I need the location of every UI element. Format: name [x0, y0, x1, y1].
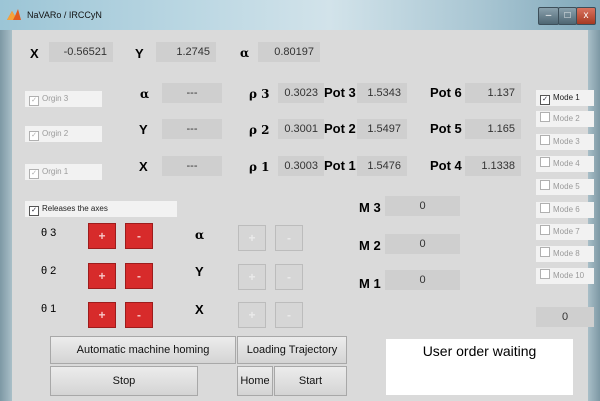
y-minus-button[interactable]: -	[275, 264, 303, 290]
checkbox-icon	[540, 112, 550, 122]
pot-6-label: Pot 6	[430, 85, 462, 100]
y-plus-button[interactable]: +	[238, 264, 266, 290]
target-y-label: Y	[139, 122, 148, 137]
theta-2-plus-button[interactable]: +	[88, 263, 116, 289]
origin-3-checkbox[interactable]: ✓ Orgin 3	[25, 91, 102, 107]
rho-2-value: 0.3001	[278, 119, 324, 139]
pot-2-value: 1.5497	[357, 119, 407, 139]
axis-x-label: X	[195, 302, 204, 317]
motor-1-value: 0	[385, 270, 460, 290]
mode-10-checkbox[interactable]: Mode 10	[536, 268, 594, 284]
target-x-field[interactable]: ---	[162, 156, 222, 176]
close-button[interactable]: x	[576, 7, 596, 25]
pose-y-value: 1.2745	[156, 42, 216, 62]
mode-3-checkbox[interactable]: Mode 3	[536, 134, 594, 150]
mode-value-field: 0	[536, 307, 594, 327]
checkbox-icon	[540, 203, 550, 213]
stop-button[interactable]: Stop	[50, 366, 198, 396]
axis-y-label: Y	[195, 264, 204, 279]
checkbox-checked-icon: ✓	[29, 206, 39, 216]
mode-6-checkbox[interactable]: Mode 6	[536, 202, 594, 218]
loading-trajectory-button[interactable]: Loading Trajectory	[237, 336, 347, 364]
alpha-plus-button[interactable]: +	[238, 225, 266, 251]
theta-3-label: θ 3	[41, 227, 57, 239]
target-x-label: X	[139, 159, 148, 174]
pose-x-label: X	[30, 46, 39, 61]
pot-4-value: 1.1338	[465, 156, 521, 176]
rho-3-value: 0.3023	[278, 83, 324, 103]
target-alpha-field[interactable]: ---	[162, 83, 222, 103]
theta-3-minus-button[interactable]: -	[125, 223, 153, 249]
target-y-field[interactable]: ---	[162, 119, 222, 139]
mode-4-checkbox[interactable]: Mode 4	[536, 156, 594, 172]
pose-alpha-label: α	[240, 46, 250, 60]
window-frame-left	[0, 30, 12, 401]
theta-2-minus-button[interactable]: -	[125, 263, 153, 289]
rho-2-label: ρ 2	[249, 123, 270, 137]
checkbox-icon: ✓	[540, 95, 550, 105]
checkbox-icon	[540, 225, 550, 235]
start-button[interactable]: Start	[274, 366, 347, 396]
origin-1-checkbox[interactable]: ✓ Orgin 1	[25, 164, 102, 180]
rho-3-label: ρ 3	[249, 87, 270, 101]
pose-x-value: -0.56521	[49, 42, 113, 62]
checkbox-icon	[540, 247, 550, 257]
checkbox-icon: ✓	[29, 96, 39, 106]
target-alpha-label: α	[140, 87, 150, 101]
rho-1-value: 0.3003	[278, 156, 324, 176]
control-panel: X -0.56521 Y 1.2745 α 0.80197 ✓ Orgin 3 ✓…	[12, 30, 594, 401]
pot-3-label: Pot 3	[324, 85, 356, 100]
mode-2-checkbox[interactable]: Mode 2	[536, 111, 594, 127]
theta-1-minus-button[interactable]: -	[125, 302, 153, 328]
theta-1-label: θ 1	[41, 303, 57, 315]
checkbox-icon	[540, 269, 550, 279]
status-message: User order waiting	[386, 339, 573, 395]
motor-3-value: 0	[385, 196, 460, 216]
origin-2-checkbox[interactable]: ✓ Orgin 2	[25, 126, 102, 142]
checkbox-icon: ✓	[29, 131, 39, 141]
application-window: NaVARo / IRCCyN – □ x X -0.56521 Y 1.274…	[0, 0, 600, 401]
pot-1-label: Pot 1	[324, 158, 356, 173]
theta-3-plus-button[interactable]: +	[88, 223, 116, 249]
home-button[interactable]: Home	[237, 366, 273, 396]
pot-5-value: 1.165	[465, 119, 521, 139]
pose-alpha-value: 0.80197	[258, 42, 320, 62]
theta-1-plus-button[interactable]: +	[88, 302, 116, 328]
pose-y-label: Y	[135, 46, 144, 61]
mode-1-checkbox[interactable]: ✓ Mode 1	[536, 90, 594, 106]
checkbox-icon	[540, 157, 550, 167]
mode-5-checkbox[interactable]: Mode 5	[536, 179, 594, 195]
window-title: NaVARo / IRCCyN	[27, 10, 102, 20]
axis-alpha-label: α	[195, 228, 205, 242]
alpha-minus-button[interactable]: -	[275, 225, 303, 251]
matlab-icon	[7, 9, 21, 20]
motor-1-label: M 1	[359, 276, 381, 291]
pot-1-value: 1.5476	[357, 156, 407, 176]
mode-8-checkbox[interactable]: Mode 8	[536, 246, 594, 262]
pot-5-label: Pot 5	[430, 121, 462, 136]
rho-1-label: ρ 1	[249, 160, 270, 174]
x-minus-button[interactable]: -	[275, 302, 303, 328]
automatic-homing-button[interactable]: Automatic machine homing	[50, 336, 236, 364]
release-axes-checkbox[interactable]: ✓ Releases the axes	[25, 201, 177, 217]
motor-2-label: M 2	[359, 238, 381, 253]
checkbox-icon	[540, 180, 550, 190]
title-bar[interactable]: NaVARo / IRCCyN – □ x	[0, 0, 600, 30]
checkbox-icon	[540, 135, 550, 145]
pot-4-label: Pot 4	[430, 158, 462, 173]
pot-2-label: Pot 2	[324, 121, 356, 136]
minimize-button[interactable]: –	[538, 7, 559, 25]
theta-2-label: θ 2	[41, 265, 57, 277]
maximize-button[interactable]: □	[558, 7, 577, 25]
motor-3-label: M 3	[359, 200, 381, 215]
mode-7-checkbox[interactable]: Mode 7	[536, 224, 594, 240]
pot-3-value: 1.5343	[357, 83, 407, 103]
pot-6-value: 1.137	[465, 83, 521, 103]
motor-2-value: 0	[385, 234, 460, 254]
checkbox-icon: ✓	[29, 169, 39, 179]
x-plus-button[interactable]: +	[238, 302, 266, 328]
